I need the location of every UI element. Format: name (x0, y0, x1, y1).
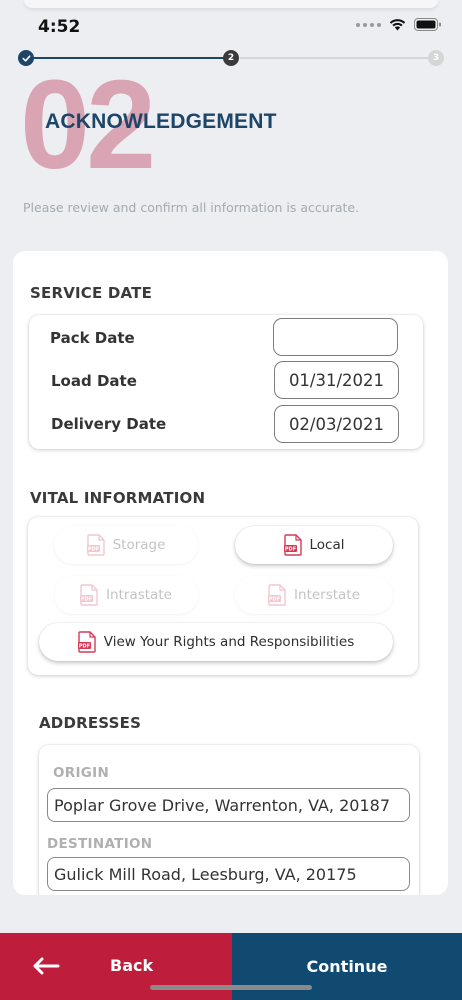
pdf-icon: PDF (80, 584, 98, 606)
step-3-upcoming: 3 (428, 50, 444, 66)
wifi-icon (389, 19, 406, 31)
interstate-document-label: Interstate (294, 587, 360, 603)
addresses-panel: ORIGIN Poplar Grove Drive, Warrenton, VA… (39, 745, 419, 895)
intrastate-document-label: Intrastate (106, 587, 172, 603)
service-date-title: SERVICE DATE (30, 284, 153, 302)
delivery-date-input[interactable]: 02/03/2021 (274, 405, 399, 443)
vital-information-panel: PDF Storage PDF Local PDF Intrastate PDF… (28, 517, 418, 675)
local-document-label: Local (309, 537, 345, 553)
svg-text:PDF: PDF (284, 547, 295, 553)
svg-text:PDF: PDF (81, 597, 92, 603)
delivery-date-label: Delivery Date (51, 415, 167, 433)
interstate-document-button[interactable]: PDF Interstate (235, 576, 393, 614)
pack-date-label: Pack Date (50, 329, 135, 347)
signal-icon (356, 22, 381, 27)
local-document-button[interactable]: PDF Local (235, 526, 393, 564)
battery-icon (414, 18, 441, 31)
step-line-remaining (240, 57, 436, 59)
pdf-icon: PDF (268, 584, 286, 606)
content-card[interactable]: SERVICE DATE Pack Date Load Date 01/31/2… (13, 251, 448, 895)
intrastate-document-button[interactable]: PDF Intrastate (54, 576, 198, 614)
destination-address-field[interactable]: Gulick Mill Road, Leesburg, VA, 20175 (47, 857, 410, 891)
pack-date-input[interactable] (273, 318, 398, 356)
load-date-input[interactable]: 01/31/2021 (274, 361, 399, 399)
rights-responsibilities-button[interactable]: PDF View Your Rights and Responsibilitie… (39, 623, 393, 661)
origin-label: ORIGIN (53, 765, 110, 781)
status-bar: 4:52 (0, 0, 462, 50)
status-time: 4:52 (38, 17, 81, 37)
pdf-icon: PDF (86, 534, 105, 556)
load-date-label: Load Date (51, 372, 137, 390)
status-icons (356, 18, 442, 31)
storage-document-button[interactable]: PDF Storage (54, 526, 198, 564)
arrow-left-icon (33, 957, 60, 975)
home-indicator (150, 985, 312, 990)
svg-text:PDF: PDF (79, 644, 90, 650)
service-date-panel: Pack Date Load Date 01/31/2021 Delivery … (29, 315, 423, 449)
pdf-icon: PDF (77, 631, 96, 653)
storage-document-label: Storage (112, 537, 166, 553)
pdf-icon: PDF (283, 534, 302, 556)
origin-address-field[interactable]: Poplar Grove Drive, Warrenton, VA, 20187 (47, 788, 410, 822)
step-2-current: 2 (223, 50, 239, 66)
back-label: Back (110, 956, 154, 975)
page-subtitle: Please review and confirm all informatio… (23, 200, 360, 215)
svg-text:PDF: PDF (269, 597, 280, 603)
continue-label: Continue (306, 957, 388, 976)
page-title: ACKNOWLEDGEMENT (45, 110, 277, 133)
rights-responsibilities-label: View Your Rights and Responsibilities (103, 634, 355, 650)
destination-label: DESTINATION (47, 836, 153, 852)
addresses-title: ADDRESSES (39, 714, 142, 732)
svg-text:PDF: PDF (87, 547, 98, 553)
vital-information-title: VITAL INFORMATION (30, 489, 206, 507)
